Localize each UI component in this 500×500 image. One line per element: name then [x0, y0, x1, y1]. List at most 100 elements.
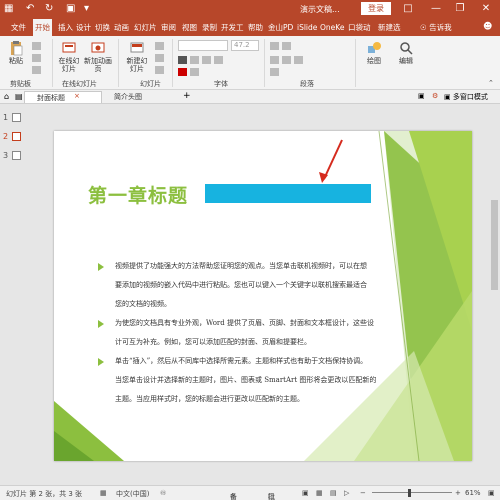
strikethrough-icon[interactable]	[214, 56, 223, 64]
tab-review[interactable]: 审阅	[159, 19, 178, 36]
new-slide-button[interactable]: 新建幻灯片	[124, 40, 150, 73]
tab-file[interactable]: 文件	[9, 19, 28, 36]
cut-icon[interactable]	[32, 42, 41, 50]
minimize-icon[interactable]: —	[428, 2, 444, 15]
tab-jinshan-pdf[interactable]: 金山PD	[266, 19, 295, 36]
close-tab-icon[interactable]: ×	[74, 92, 80, 100]
numbering-icon[interactable]	[282, 42, 291, 50]
new-animation-page-button[interactable]: 新加动画页	[84, 40, 112, 73]
bullet-line: 要添加的视频的嵌入代码中进行粘贴。您也可以键入一个关键字以联机搜索最适合	[115, 281, 367, 289]
redo-icon[interactable]: ↻	[45, 3, 53, 15]
tab-view[interactable]: 视图	[180, 19, 199, 36]
font-name-select[interactable]	[178, 40, 228, 51]
underline-icon[interactable]	[202, 56, 211, 64]
doc-tab-intro[interactable]: 简介头图	[102, 91, 180, 103]
slide-thumbnail-image	[12, 113, 21, 122]
align-left-icon[interactable]	[270, 56, 279, 64]
doc-tab-cover-title[interactable]: 封面标题	[24, 91, 102, 103]
tab-animations[interactable]: 动画	[112, 19, 131, 36]
section-icon[interactable]	[155, 66, 164, 74]
document-title: 演示文稿...	[300, 5, 340, 14]
copy-icon[interactable]	[32, 54, 41, 62]
spellcheck-icon[interactable]: ▦	[100, 489, 107, 497]
layout-icon[interactable]	[155, 42, 164, 50]
tab-transitions[interactable]: 切换	[93, 19, 112, 36]
slide-thumbnail-selected[interactable]: 2	[3, 132, 21, 141]
align-right-icon[interactable]	[294, 56, 303, 64]
tab-help[interactable]: 帮助	[246, 19, 265, 36]
accessibility-icon[interactable]: ♾	[160, 489, 166, 497]
ribbon-display-icon[interactable]: □	[400, 2, 416, 15]
language-indicator[interactable]: 中文(中国)	[116, 489, 149, 499]
text-direction-icon[interactable]	[270, 68, 279, 76]
zoom-level[interactable]: 61%	[465, 489, 481, 497]
multi-window-mode[interactable]: ▣ 多窗口模式	[444, 92, 488, 102]
restore-window-icon[interactable]: ▣	[418, 92, 425, 100]
slide-thumbnail[interactable]: 3	[3, 151, 21, 160]
zoom-slider[interactable]	[372, 492, 452, 493]
restore-icon[interactable]: ❐	[452, 2, 468, 15]
bullets-icon[interactable]	[270, 42, 279, 50]
editing-button[interactable]: 编辑	[394, 40, 418, 65]
bullet-item: 单击“插入”，然后从不同库中选择所需元素。主题和样式也有助于文档保持协调。 当您…	[98, 352, 398, 409]
tab-pocket-animation[interactable]: 口袋动	[346, 19, 373, 36]
slide-thumbnail[interactable]: 1	[3, 113, 21, 122]
vertical-scrollbar[interactable]	[489, 105, 500, 485]
scrollbar-thumb[interactable]	[491, 200, 498, 290]
bullet-line: 您的文档的视频。	[115, 300, 171, 308]
customize-quick-access-icon[interactable]: ▾	[84, 3, 89, 15]
tab-new-option[interactable]: 新建选	[376, 19, 403, 36]
reading-view-icon[interactable]: ▤	[330, 489, 337, 497]
bullet-item: 为使您的文档具有专业外观，Word 提供了页眉、页脚、封面和文本框设计，这些设 …	[98, 314, 398, 352]
home-icon[interactable]: ⌂	[4, 92, 9, 101]
tab-record[interactable]: 录制	[200, 19, 219, 36]
highlight-rectangle[interactable]	[205, 184, 371, 203]
align-center-icon[interactable]	[282, 56, 291, 64]
collapse-ribbon-icon[interactable]: ⌃	[488, 79, 494, 87]
bullet-line: 计可互为补充。例如，您可以添加匹配的封面、页眉和提要栏。	[115, 338, 311, 346]
save-icon[interactable]: ▦	[4, 3, 13, 15]
present-icon[interactable]: ▣	[66, 3, 75, 15]
share-icon[interactable]: ☻	[483, 22, 492, 32]
italic-icon[interactable]	[190, 56, 199, 64]
bold-icon[interactable]	[178, 56, 187, 64]
tab-design[interactable]: 设计	[74, 19, 93, 36]
normal-view-icon[interactable]: ▣	[302, 489, 309, 497]
slide-bullet-list[interactable]: 视频提供了功能强大的方法帮助您证明您的观点。当您单击联机视频时，可以在想 要添加…	[98, 257, 398, 409]
tab-slideshow[interactable]: 幻灯片	[132, 19, 159, 36]
slide-thumbnail-image	[12, 151, 21, 160]
tab-islide[interactable]: iSlide	[295, 19, 319, 36]
bullet-line: 主题。当应用样式时，您的标题会进行更改以匹配新的主题。	[115, 395, 304, 403]
settings-icon[interactable]: ⚙	[432, 92, 438, 100]
reset-icon[interactable]	[155, 54, 164, 62]
drawing-button[interactable]: 绘图	[362, 40, 386, 65]
fit-slide-icon[interactable]: ▣	[488, 489, 495, 497]
ribbon-home: 粘贴 剪贴板 在线幻灯片 新加动画页 在线幻灯片 新建幻灯片 幻灯片 47.2 …	[0, 36, 500, 90]
slide-sorter-icon[interactable]: ▦	[316, 489, 323, 497]
add-tab-icon[interactable]: +	[183, 91, 191, 101]
tab-developer[interactable]: 开发工	[219, 19, 246, 36]
tab-onekey[interactable]: OneKe	[318, 19, 346, 36]
font-group-label: 字体	[214, 80, 228, 88]
bullet-line: 视频提供了功能强大的方法帮助您证明您的观点。当您单击联机视频时，可以在想	[115, 262, 367, 270]
login-button[interactable]: 登录	[361, 2, 391, 15]
close-icon[interactable]: ✕	[478, 2, 494, 15]
online-slide-button[interactable]: 在线幻灯片	[56, 40, 82, 73]
format-painter-icon[interactable]	[32, 66, 41, 74]
zoom-out-icon[interactable]: −	[360, 489, 366, 497]
tab-home[interactable]: 开始	[33, 19, 52, 36]
undo-icon[interactable]: ↶	[26, 3, 34, 15]
char-spacing-icon[interactable]	[190, 68, 199, 76]
tell-me-search[interactable]: ☉ 告诉我	[420, 19, 452, 36]
zoom-slider-thumb[interactable]	[408, 489, 411, 497]
font-color-icon[interactable]	[178, 68, 187, 76]
slideshow-icon[interactable]: ▷	[344, 489, 349, 497]
slide-title[interactable]: 第一章标题	[88, 181, 188, 208]
font-size-select[interactable]: 47.2	[231, 40, 259, 51]
slide-canvas[interactable]: 第一章标题 视频提供了功能强大的方法帮助您证明您的观点。当您单击联机视频时，可以…	[54, 131, 472, 461]
paste-button[interactable]: 粘贴	[4, 40, 28, 65]
document-icon[interactable]: ▤	[15, 92, 23, 101]
annotation-arrow	[323, 139, 343, 180]
tab-insert[interactable]: 插入	[56, 19, 75, 36]
zoom-in-icon[interactable]: +	[455, 489, 461, 497]
